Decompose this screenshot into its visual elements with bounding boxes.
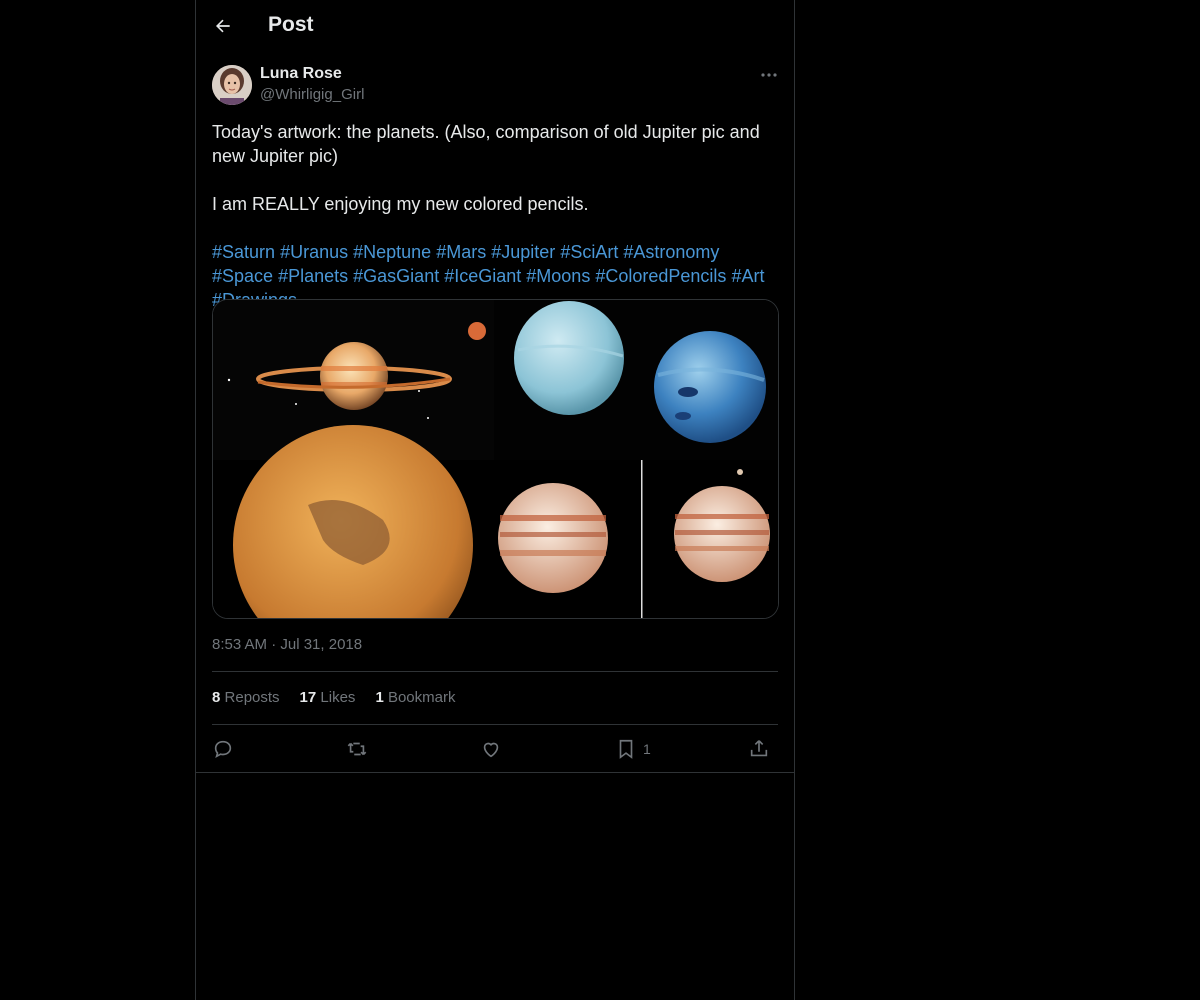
bookmark-icon: [619, 739, 633, 759]
hashtag-link[interactable]: #SciArt: [560, 242, 618, 262]
divider: [196, 772, 794, 773]
post-column: Post Luna Rose @Whirligig_Girl Today's a…: [195, 0, 795, 1000]
bookmarks-count: 1: [375, 689, 384, 706]
hashtag-link[interactable]: #GasGiant: [353, 266, 439, 286]
bookmark-button[interactable]: 1: [615, 736, 651, 762]
share-icon: [750, 740, 768, 757]
hashtag-link[interactable]: #Astronomy: [623, 242, 719, 262]
hashtag-link[interactable]: #Mars: [436, 242, 486, 262]
more-options-button[interactable]: [758, 66, 780, 84]
hashtag-link[interactable]: #Art: [731, 266, 764, 286]
post-header: Post: [196, 0, 794, 54]
post-image[interactable]: [212, 299, 779, 619]
bookmarks-stat[interactable]: 1 Bookmark: [375, 689, 455, 706]
hashtag-link[interactable]: #Uranus: [280, 242, 348, 262]
heart-icon: [483, 742, 499, 758]
author-name[interactable]: Luna Rose: [260, 65, 342, 83]
hashtag-link[interactable]: #Jupiter: [491, 242, 555, 262]
reply-button[interactable]: [212, 736, 234, 762]
post-text-line: Today's artwork: the planets. (Also, com…: [212, 122, 760, 166]
share-button[interactable]: [748, 736, 770, 762]
reply-icon: [214, 740, 232, 758]
reposts-label: Reposts: [224, 689, 280, 706]
hashtag-link[interactable]: #Planets: [278, 266, 348, 286]
repost-button[interactable]: [346, 736, 368, 762]
repost-icon: [347, 742, 367, 756]
hashtag-link[interactable]: #Saturn: [212, 242, 275, 262]
action-bar: 1: [212, 734, 778, 764]
post-timestamp[interactable]: 8:53 AM · Jul 31, 2018: [212, 636, 362, 653]
back-button[interactable]: [210, 13, 236, 39]
page-title: Post: [268, 13, 314, 36]
reposts-count: 8: [212, 689, 221, 706]
bookmarks-label: Bookmark: [387, 689, 456, 706]
author-handle[interactable]: @Whirligig_Girl: [260, 86, 364, 103]
hashtag-link[interactable]: #IceGiant: [444, 266, 521, 286]
likes-stat[interactable]: 17 Likes: [300, 689, 356, 706]
like-button[interactable]: [480, 736, 502, 762]
divider: [212, 671, 778, 672]
arrow-left-icon: [216, 19, 230, 33]
likes-count: 17: [299, 689, 317, 706]
hashtag-link[interactable]: #Space: [212, 266, 273, 286]
hashtag-link[interactable]: #Neptune: [353, 242, 431, 262]
reposts-stat[interactable]: 8 Reposts: [212, 689, 280, 706]
hashtag-link[interactable]: #ColoredPencils: [595, 266, 726, 286]
divider: [212, 724, 778, 725]
more-icon: [761, 73, 777, 77]
engagement-stats: 8 Reposts 17 Likes 1 Bookmark: [212, 689, 455, 706]
avatar[interactable]: [212, 65, 252, 105]
likes-label: Likes: [320, 689, 356, 706]
hashtag-link[interactable]: #Moons: [526, 266, 590, 286]
post-text-line: I am REALLY enjoying my new colored penc…: [212, 194, 589, 214]
bookmark-count: 1: [643, 741, 651, 757]
